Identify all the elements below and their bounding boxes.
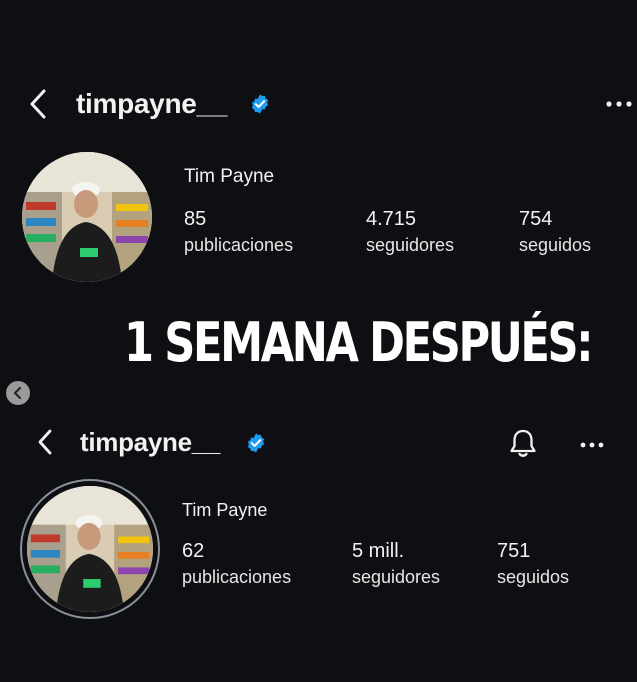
bell-icon[interactable] [508,427,538,464]
stat-label: seguidores [352,567,441,587]
stat-value: 62 [182,540,205,562]
verified-badge-icon [249,93,271,120]
stat-posts[interactable]: 85 publicaciones [184,208,293,256]
stat-following[interactable]: 751 seguidos [497,540,569,588]
display-name: Tim Payne [182,500,268,520]
more-options-icon[interactable] [606,95,632,113]
stat-value: 754 [519,208,553,230]
display-name: Tim Payne [184,166,275,187]
stat-label: publicaciones [184,235,294,255]
back-icon[interactable] [28,88,48,126]
stat-label: seguidores [366,235,455,255]
stat-label: publicaciones [182,567,292,587]
avatar[interactable] [22,152,152,282]
headline: 1 SEMANA DESPUÉS: [124,311,593,374]
verified-badge-icon [245,432,267,459]
stat-label: seguidos [519,235,592,255]
stat-value: 85 [184,208,207,230]
username: timpayne__ [76,88,228,119]
more-options-icon[interactable] [580,436,604,454]
stat-followers[interactable]: 4.715 seguidores [366,208,454,256]
stat-value: 5 mill. [352,540,405,562]
username: timpayne__ [80,427,221,457]
stat-following[interactable]: 754 seguidos [519,208,591,256]
avatar [27,486,153,612]
stat-value: 4.715 [366,208,417,230]
back-icon[interactable] [36,428,54,462]
stat-value: 751 [497,540,531,562]
stat-label: seguidos [497,567,570,587]
carousel-prev-icon[interactable] [6,381,30,405]
stat-posts[interactable]: 62 publicaciones [182,540,291,588]
story-ring[interactable] [20,479,160,619]
stat-followers[interactable]: 5 mill. seguidores [352,540,440,588]
